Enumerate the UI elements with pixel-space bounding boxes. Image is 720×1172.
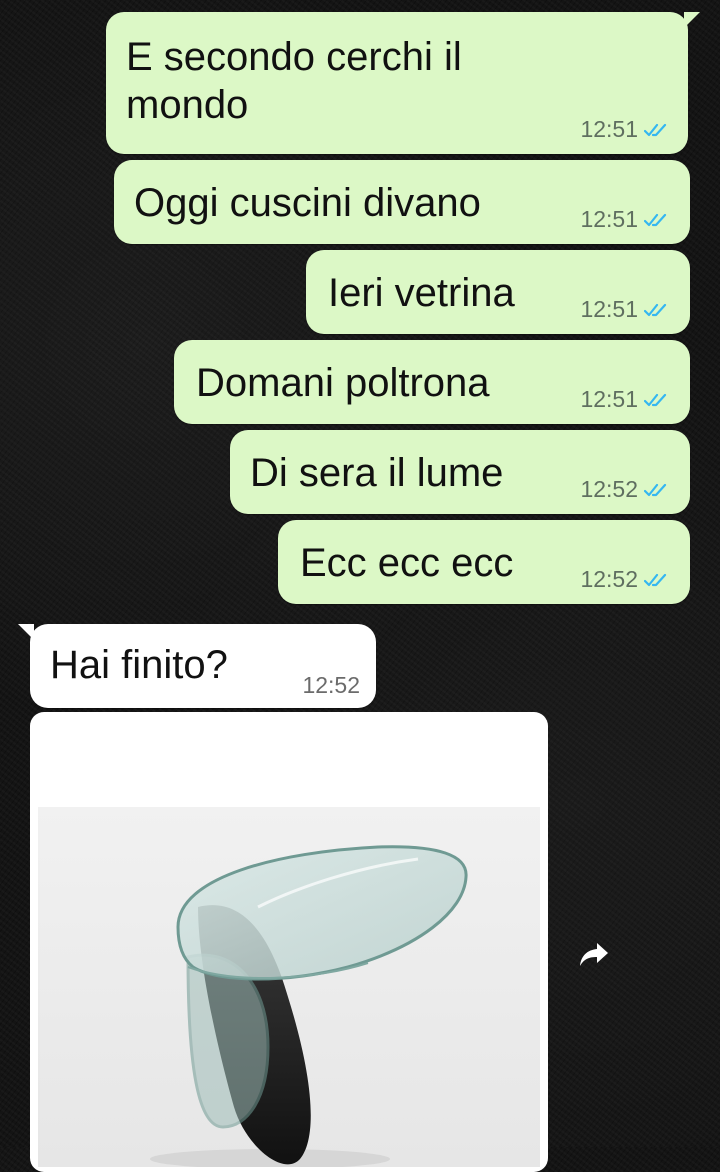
outgoing-message[interactable]: Oggi cuscini divano 12:51 (114, 160, 690, 244)
message-time: 12:51 (580, 116, 638, 142)
message-meta: 12:51 (580, 386, 672, 413)
double-check-icon (644, 393, 667, 406)
double-check-icon (644, 123, 667, 136)
message-text: mondo (126, 83, 249, 127)
message-time: 12:52 (302, 672, 360, 698)
double-check-icon (644, 483, 667, 496)
message-time: 12:52 (580, 566, 638, 592)
message-text: E secondo cerchi il (126, 35, 462, 79)
incoming-message[interactable]: Hai finito? 12:52 (18, 624, 376, 708)
forward-button[interactable] (574, 934, 614, 974)
message-text: Ecc ecc ecc (300, 541, 514, 585)
double-check-icon (644, 303, 667, 316)
message-text: Oggi cuscini divano (134, 181, 481, 225)
message-meta: 12:51 (580, 116, 672, 143)
outgoing-message[interactable]: Ieri vetrina 12:51 (306, 250, 690, 334)
outgoing-message[interactable]: Domani poltrona 12:51 (174, 340, 690, 424)
double-check-icon (644, 573, 667, 586)
image-message[interactable] (30, 712, 548, 1172)
message-text: Domani poltrona (196, 361, 490, 405)
outgoing-message[interactable]: Ecc ecc ecc 12:52 (278, 520, 690, 604)
glass-table-illustration (150, 845, 468, 1169)
outgoing-message[interactable]: Di sera il lume 12:52 (230, 430, 690, 514)
message-time: 12:51 (580, 206, 638, 232)
message-meta: 12:52 (580, 566, 672, 593)
message-text: Di sera il lume (250, 451, 504, 495)
message-time: 12:51 (580, 386, 638, 412)
double-check-icon (644, 213, 667, 226)
outgoing-message[interactable]: E secondo cerchi il mondo 12:51 (106, 12, 700, 154)
bubble-tail (684, 12, 700, 28)
message-text: Hai finito? (50, 643, 228, 687)
message-time: 12:51 (580, 296, 638, 322)
message-time: 12:52 (580, 476, 638, 502)
message-meta: 12:51 (580, 296, 672, 323)
bubble-tail (18, 624, 34, 640)
forward-arrow-icon (580, 943, 608, 966)
message-text: Ieri vetrina (328, 271, 515, 315)
message-meta: 12:52 (580, 476, 672, 503)
message-meta: 12:51 (580, 206, 672, 233)
image-preview[interactable] (38, 807, 540, 1169)
message-meta: 12:52 (302, 672, 360, 699)
